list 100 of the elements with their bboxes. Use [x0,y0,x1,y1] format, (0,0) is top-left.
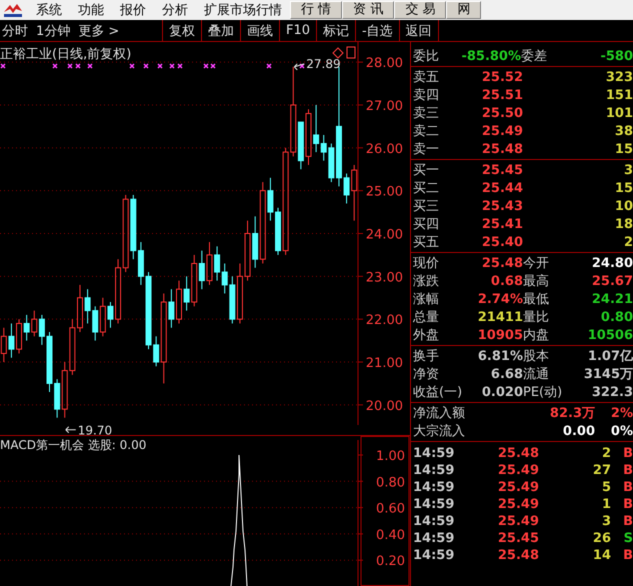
trade-price: 25.49 [496,514,539,529]
high-price-annotation: 27.89 [294,56,341,71]
trade-volume: 5 [600,480,611,495]
trade-volume: 1 [600,497,611,512]
menu-tab[interactable]: 资 讯 [342,1,394,19]
flow-label: 净流入额 [413,405,466,422]
menu-item[interactable]: 扩展市场行情 [196,1,290,19]
trade-time: 14:59 [413,480,456,495]
bid-price: 25.41 [480,216,523,232]
ask-price: 25.48 [480,142,523,156]
stat-value: 10506 [586,328,633,342]
ask-level-label: 卖三 [413,105,440,122]
stat-label: 现价 [413,255,440,272]
trade-time: 14:59 [413,463,456,478]
trade-time: 14:59 [413,548,456,563]
bid-level-label: 买四 [413,216,440,233]
stat-label: 总量 [413,309,440,326]
finance-label: 股本 [523,348,550,365]
menu-tab[interactable]: 行 情 [290,1,342,19]
flow-value: 0.00 [562,424,595,438]
trade-time: 14:59 [413,531,456,546]
price-axis-label: 20.00 [366,398,403,414]
trade-side: B [622,514,633,529]
diamond-icon [332,47,344,59]
ask-volume: 323 [604,70,633,84]
stat-value: 0.68 [490,274,523,288]
menu-tab[interactable]: 交 易 [394,1,446,19]
ask-price: 25.51 [480,88,523,102]
candle [306,108,312,166]
trade-side: B [622,497,633,512]
stat-value: 25.67 [590,274,633,288]
finance-label: 流通 [523,366,550,383]
trade-volume: 14 [592,548,611,563]
stat-value: 24.21 [590,292,633,306]
stat-label: 涨幅 [413,291,440,308]
price-axis-label: 24.00 [366,228,403,242]
finance-label: 净资 [413,366,440,383]
stat-value: 0.80 [600,310,633,324]
trade-price: 25.48 [496,446,539,461]
trade-price: 25.49 [496,463,539,478]
indicator-axis-label: 0.60 [376,502,405,517]
bid-volume: 10 [614,198,633,214]
stat-label: 最高 [523,273,550,290]
flow-percent: 0% [610,424,633,438]
trade-side: S [622,531,633,546]
finance-value: 1.07亿 [586,348,633,365]
menu-item[interactable]: 系统 [28,1,70,19]
stat-label: 外盘 [413,327,440,344]
trade-volume: 27 [592,463,611,478]
flow-label: 大宗流入 [413,423,466,440]
ask-volume: 15 [614,142,633,156]
finance-label: 换手 [413,348,440,365]
order-ratio-value: -85.80% [460,48,521,64]
flow-value: 82.3万 [548,405,595,422]
price-axis-label: 27.00 [366,98,403,114]
period-link[interactable]: 更多 > [78,22,120,40]
stat-label: 今开 [523,255,550,272]
indicator-axis-label: 0.40 [376,528,405,543]
bid-volume: 15 [614,180,633,196]
candle [176,280,182,324]
bid-price: 25.43 [480,198,523,214]
candle [46,332,52,392]
stat-value: 25.48 [480,256,523,270]
ask-volume: 151 [604,88,633,102]
trade-time: 14:59 [413,514,456,529]
menu-tab[interactable]: 网 [446,1,482,19]
stat-value: 24.80 [590,256,633,270]
ask-price: 25.50 [480,106,523,120]
stat-value: 10905 [476,328,523,342]
toolbar-button[interactable]: 返回 [398,20,439,41]
menu-item[interactable]: 功能 [70,1,112,19]
trade-volume: 2 [600,446,611,461]
finance-label: PE(动) [523,384,564,401]
trade-volume: 26 [592,531,611,546]
period-link[interactable]: 1分钟 [36,22,70,40]
finance-value: 0.020 [480,384,523,400]
ask-price: 25.52 [480,70,523,84]
ask-level-label: 卖四 [413,87,440,104]
price-axis-label: 21.00 [366,356,403,372]
trade-price: 25.45 [496,531,539,546]
order-diff-label: 委差 [521,48,548,65]
menu-item[interactable]: 分析 [154,1,196,19]
bid-volume: 2 [622,234,633,250]
price-axis-label: 26.00 [366,142,403,157]
stat-value: 21411 [476,310,523,324]
chart-title: 正裕工业(日线,前复权) [0,47,132,62]
ask-level-label: 卖二 [413,123,440,140]
bid-price: 25.40 [480,234,523,250]
finance-label: 收益(一) [413,384,464,401]
flow-percent: 2% [610,406,633,420]
period-link[interactable]: 分时 [2,22,28,40]
price-axis-label: 22.00 [366,313,403,328]
price-axis-label: 25.00 [366,184,403,200]
trade-side: B [622,446,633,461]
app-logo-icon [2,2,24,18]
menu-item[interactable]: 报价 [112,1,154,19]
bid-volume: 3 [622,162,633,178]
trade-time: 14:59 [413,446,456,461]
panel-icon [346,46,356,58]
stat-label: 最低 [523,291,550,308]
